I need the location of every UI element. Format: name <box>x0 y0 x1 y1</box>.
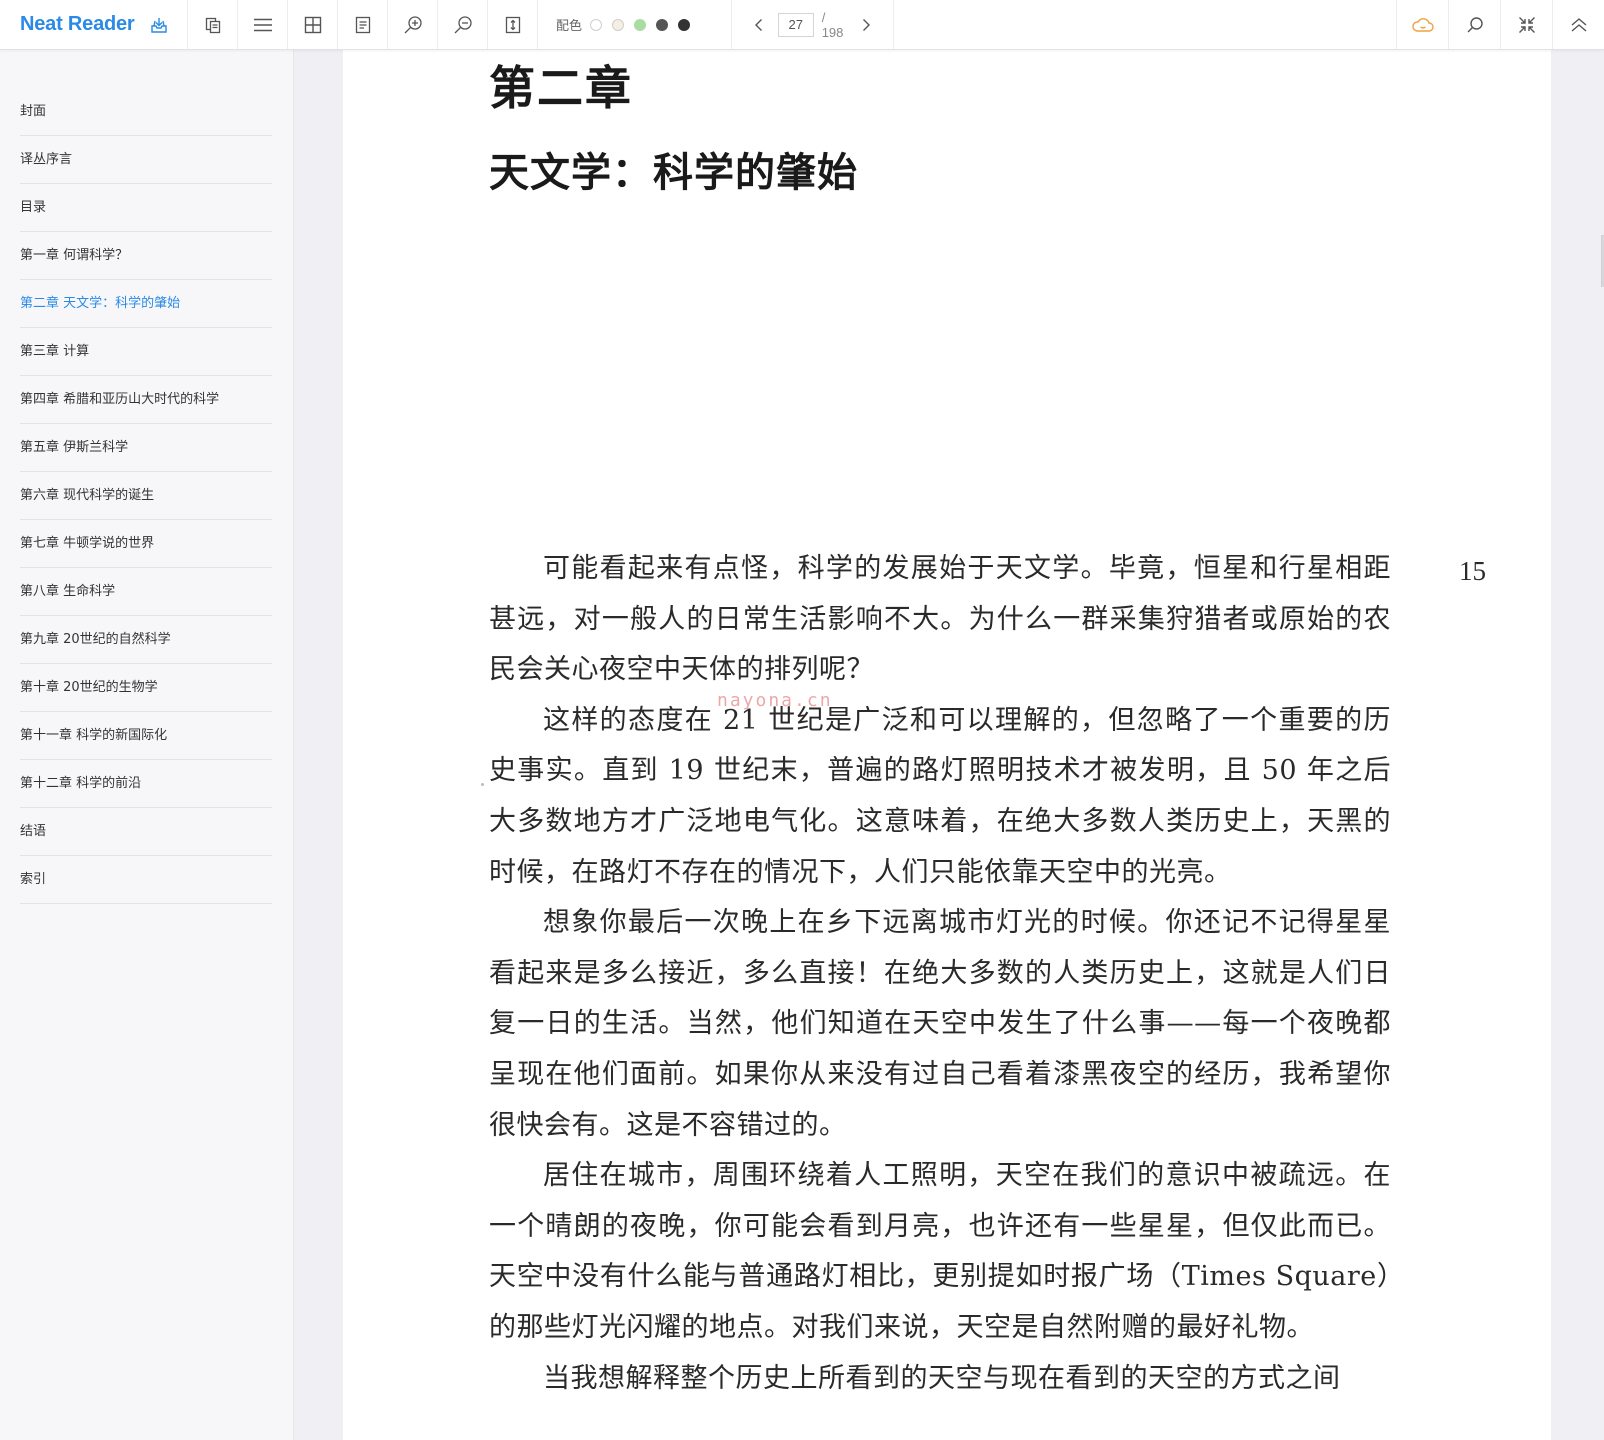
chevron-right-icon <box>863 18 871 31</box>
paragraph: 这样的态度在 21 世纪是广泛和可以理解的，但忽略了一个重要的历史事实。直到 1… <box>489 704 1391 888</box>
collapse-icon <box>1518 16 1536 34</box>
toc-item[interactable]: 第八章 生命科学 <box>20 568 272 616</box>
top-toolbar: Neat Reader 配色 27 / 198 <box>0 0 1604 50</box>
page-number-input[interactable] <box>777 12 814 37</box>
paragraph: 可能看起来有点怪，科学的发展始于天文学。毕竟，恒星和行星相距甚远，对一般人的日常… <box>489 553 1391 686</box>
import-book-icon[interactable] <box>149 15 169 35</box>
reader-area: 第二章 天文学：科学的肇始 nayona.cn 可能看起来有点怪，科学的发展始于… <box>295 50 1604 1440</box>
search-button[interactable] <box>1448 0 1500 49</box>
toc-item[interactable]: 第三章 计算 <box>20 328 272 376</box>
chevron-left-icon <box>754 18 762 31</box>
zoom-out-icon <box>453 15 473 35</box>
toc-list: 封面 译丛序言 目录 第一章 何谓科学？ 第二章 天文学：科学的肇始 第三章 计算 第四章 … <box>0 88 293 904</box>
paragraph: 想象你最后一次晚上在乡下远离城市灯光的时候。你还记不记得星星看起来是多么接近，多… <box>489 907 1391 1141</box>
toc-item[interactable]: 第十一章 科学的新国际化 <box>20 712 272 760</box>
toc-item[interactable]: 索引 <box>20 856 272 904</box>
toc-item[interactable]: 第五章 伊斯兰科学 <box>20 424 272 472</box>
fit-height-button[interactable] <box>488 0 538 49</box>
collapse-button[interactable] <box>1500 0 1552 49</box>
notes-button[interactable] <box>338 0 388 49</box>
toc-item[interactable]: 第六章 现代科学的诞生 <box>20 472 272 520</box>
zoom-in-icon <box>403 15 423 35</box>
toc-item[interactable]: 目录 <box>20 184 272 232</box>
paragraph: 当我想解释整个历史上所看到的天空与现在看到的天空的方式之间 <box>543 1362 1341 1394</box>
theme-swatch-cream[interactable] <box>612 18 625 31</box>
fit-height-icon <box>504 16 522 34</box>
toc-item[interactable]: 封面 <box>20 88 272 136</box>
chapter-body: 可能看起来有点怪，科学的发展始于天文学。毕竟，恒星和行星相距甚远，对一般人的日常… <box>489 544 1391 1404</box>
theme-swatch-white[interactable] <box>590 18 603 31</box>
brand-area: Neat Reader <box>0 0 188 49</box>
chapter-title: 天文学：科学的肇始 <box>489 149 858 196</box>
toc-item[interactable]: 第十二章 科学的前沿 <box>20 760 272 808</box>
scan-speck <box>481 783 484 786</box>
toc-item[interactable]: 第四章 希腊和亚历山大时代的科学 <box>20 376 272 424</box>
theme-label: 配色 <box>556 19 583 34</box>
theme-color-picker: 配色 <box>538 0 732 49</box>
double-chevron-up-icon <box>1570 17 1588 33</box>
grid-view-icon <box>304 16 322 34</box>
table-of-contents-sidebar: 封面 译丛序言 目录 第一章 何谓科学？ 第二章 天文学：科学的肇始 第三章 计算 第四章 … <box>0 50 294 1440</box>
page-total: / 198 <box>821 9 844 40</box>
search-icon <box>1466 16 1484 34</box>
toc-item[interactable]: 结语 <box>20 808 272 856</box>
theme-swatch-green[interactable] <box>634 18 647 31</box>
notes-icon <box>355 16 371 34</box>
theme-swatch-dark[interactable] <box>678 18 691 31</box>
cloud-sync-icon <box>1411 17 1434 33</box>
next-page-button[interactable] <box>857 15 875 35</box>
copy-pages-button[interactable] <box>188 0 238 49</box>
scroll-to-top-button[interactable] <box>1552 0 1604 49</box>
toc-list-icon <box>253 17 273 33</box>
toc-toggle-button[interactable] <box>238 0 288 49</box>
toc-item[interactable]: 译丛序言 <box>20 136 272 184</box>
grid-view-button[interactable] <box>288 0 338 49</box>
toc-item[interactable]: 第九章 20世纪的自然科学 <box>20 616 272 664</box>
page-number: 15 <box>1459 556 1486 586</box>
zoom-in-button[interactable] <box>388 0 438 49</box>
paragraph: 居住在城市，周围环绕着人工照明，天空在我们的意识中被疏远。在一个晴朗的夜晚，你可… <box>489 1160 1391 1343</box>
prev-page-button[interactable] <box>750 15 768 35</box>
zoom-out-button[interactable] <box>438 0 488 49</box>
cloud-sync-button[interactable] <box>1396 0 1448 49</box>
chapter-number: 第二章 <box>489 61 633 115</box>
app-title: Neat Reader <box>20 13 135 35</box>
page-navigator: / 198 <box>732 0 894 49</box>
toolbar-right-group <box>1396 0 1604 49</box>
toc-item[interactable]: 第二章 天文学：科学的肇始 <box>20 280 272 328</box>
toc-item[interactable]: 第七章 牛顿学说的世界 <box>20 520 272 568</box>
book-page: 第二章 天文学：科学的肇始 nayona.cn 可能看起来有点怪，科学的发展始于… <box>343 50 1551 1440</box>
theme-swatch-gray[interactable] <box>656 18 669 31</box>
copy-pages-icon <box>204 16 222 34</box>
toc-item[interactable]: 第十章 20世纪的生物学 <box>20 664 272 712</box>
toc-item[interactable]: 第一章 何谓科学？ <box>20 232 272 280</box>
